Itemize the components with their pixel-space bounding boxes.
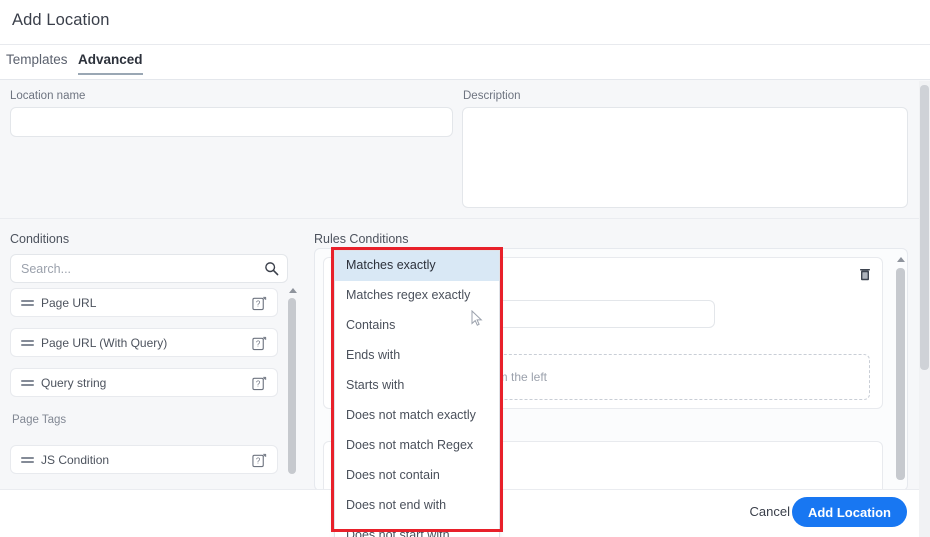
dropdown-option[interactable]: Ends with — [335, 341, 499, 371]
dropdown-option[interactable]: Does not end with — [335, 491, 499, 521]
location-name-label: Location name — [10, 90, 86, 102]
location-name-input[interactable] — [10, 107, 453, 137]
conditions-list: Page URL ? Page URL (With Query) ? Query… — [6, 288, 292, 488]
drag-handle-icon[interactable] — [21, 340, 34, 347]
svg-text:?: ? — [256, 380, 261, 389]
list-item[interactable]: Query string ? — [10, 368, 278, 397]
list-item-label: Page URL (With Query) — [41, 336, 168, 350]
dropdown-option[interactable]: Contains — [335, 311, 499, 341]
search-box — [10, 254, 288, 283]
dropdown-option[interactable]: Starts with — [335, 371, 499, 401]
dropdown-option[interactable]: Matches exactly — [335, 251, 499, 281]
description-input[interactable] — [462, 107, 908, 208]
help-icon[interactable]: ? — [252, 295, 267, 311]
drag-handle-icon[interactable] — [21, 457, 34, 464]
dropdown-option[interactable]: Does not match exactly — [335, 401, 499, 431]
rules-conditions-title: Rules Conditions — [314, 232, 409, 246]
dropdown-option[interactable]: Does not contain — [335, 461, 499, 491]
list-item-label: Page URL — [41, 296, 97, 310]
tab-templates[interactable]: Templates — [6, 52, 68, 75]
list-item[interactable]: JS Condition ? — [10, 445, 278, 474]
list-item[interactable]: Page URL ? — [10, 288, 278, 317]
add-location-dialog: Add Location Templates Advanced Location… — [0, 0, 930, 537]
dialog-header: Add Location — [0, 0, 930, 45]
list-item-label: Query string — [41, 376, 107, 390]
add-location-button[interactable]: Add Location — [791, 497, 907, 527]
location-form: Location name Description — [0, 81, 930, 219]
svg-text:?: ? — [256, 340, 261, 349]
cancel-button[interactable]: Cancel — [750, 504, 790, 519]
group-label-page-tags: Page Tags — [12, 414, 67, 426]
help-icon[interactable]: ? — [252, 335, 267, 351]
dropdown-option[interactable]: Matches regex exactly — [335, 281, 499, 311]
dropdown-option[interactable]: Does not start with — [335, 521, 499, 537]
search-input[interactable] — [11, 255, 259, 282]
page-scrollbar-thumb[interactable] — [920, 85, 929, 370]
dropdown-option[interactable]: Does not match Regex — [335, 431, 499, 461]
help-icon[interactable]: ? — [252, 452, 267, 468]
conditions-scrollbar-thumb[interactable] — [288, 298, 296, 474]
help-icon[interactable]: ? — [252, 375, 267, 391]
description-label: Description — [463, 90, 521, 102]
list-item[interactable]: Page URL (With Query) ? — [10, 328, 278, 357]
tab-advanced[interactable]: Advanced — [78, 52, 143, 75]
drag-handle-icon[interactable] — [21, 300, 34, 307]
page-title: Add Location — [12, 11, 110, 29]
search-icon[interactable] — [264, 261, 279, 276]
tab-bar: Templates Advanced — [0, 45, 930, 80]
svg-text:?: ? — [256, 457, 261, 466]
trash-icon[interactable] — [860, 268, 870, 281]
rules-scrollbar-thumb[interactable] — [896, 268, 905, 480]
match-type-dropdown[interactable]: Matches exactly Matches regex exactly Co… — [334, 250, 500, 537]
drag-handle-icon[interactable] — [21, 380, 34, 387]
list-item-label: JS Condition — [41, 453, 110, 467]
conditions-title: Conditions — [10, 232, 70, 246]
svg-text:?: ? — [256, 300, 261, 309]
